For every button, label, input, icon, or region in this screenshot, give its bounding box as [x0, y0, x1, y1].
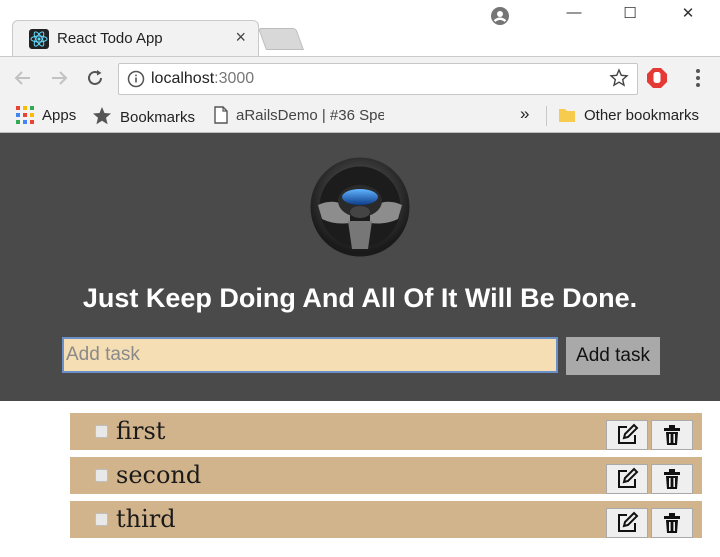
bookmark-apps-label: Apps [42, 107, 77, 124]
todo-item: first [70, 413, 702, 450]
menu-dots-icon[interactable] [690, 67, 706, 89]
chevron-double-right-icon: » [520, 104, 530, 123]
minimize-icon: — [566, 4, 582, 21]
maximize-icon: ☐ [623, 5, 637, 22]
bookmark-apps[interactable]: Apps [16, 106, 76, 126]
todo-list: first second third [70, 413, 702, 545]
url-text: localhost:3000 [151, 70, 254, 88]
trash-icon [664, 513, 680, 533]
bookmark-other-label: Other bookmarks [584, 107, 700, 124]
trash-icon [664, 425, 680, 445]
page-icon [214, 106, 228, 124]
delete-button[interactable] [651, 420, 693, 450]
todo-checkbox[interactable] [95, 469, 108, 482]
bookmark-bookmarks[interactable]: Bookmarks [92, 106, 195, 126]
steering-wheel-logo [310, 157, 410, 257]
react-logo-icon [29, 29, 49, 49]
todo-text: first [116, 417, 166, 445]
info-icon[interactable] [127, 70, 145, 88]
apps-grid-icon [16, 106, 34, 124]
tab-close-icon[interactable]: × [235, 27, 246, 48]
todo-item: second [70, 457, 702, 494]
bookmark-page-label: aRailsDemo | #36 Spe [236, 107, 384, 124]
edit-button[interactable] [606, 420, 648, 450]
delete-button[interactable] [651, 464, 693, 494]
edit-icon [618, 511, 639, 532]
todo-checkbox[interactable] [95, 425, 108, 438]
tab-react-todo-app[interactable]: React Todo App × [12, 20, 259, 57]
edit-button[interactable] [606, 464, 648, 494]
bookmark-bookmarks-label: Bookmarks [120, 109, 196, 126]
edit-icon [618, 467, 639, 488]
browser-toolbar: localhost:3000 [0, 56, 720, 101]
bookmark-other[interactable]: Other bookmarks [558, 106, 699, 126]
folder-icon [559, 109, 575, 122]
delete-button[interactable] [651, 508, 693, 538]
close-icon: ✕ [681, 5, 695, 22]
adblock-extension-icon[interactable] [646, 67, 668, 89]
back-arrow-icon[interactable] [12, 67, 34, 89]
app-header: Just Keep Doing And All Of It Will Be Do… [0, 133, 720, 401]
todo-checkbox[interactable] [95, 513, 108, 526]
address-bar[interactable]: localhost:3000 [118, 63, 638, 95]
todo-text: third [116, 505, 176, 533]
url-host: localhost [151, 70, 215, 87]
minimize-button[interactable]: — [560, 4, 588, 28]
bookmarks-divider [546, 106, 547, 126]
reload-icon[interactable] [84, 67, 106, 89]
close-window-button[interactable]: ✕ [674, 4, 702, 28]
forward-arrow-icon[interactable] [48, 67, 70, 89]
bookmark-page[interactable]: aRailsDemo | #36 Spe [214, 106, 384, 126]
edit-button[interactable] [606, 508, 648, 538]
tab-title: React Todo App [57, 30, 163, 47]
star-filled-icon [93, 107, 111, 125]
edit-icon [618, 423, 639, 444]
new-tab-button[interactable] [257, 28, 305, 50]
maximize-button[interactable]: ☐ [616, 4, 644, 28]
todo-item: third [70, 501, 702, 538]
star-icon[interactable] [609, 68, 629, 88]
url-port: :3000 [214, 70, 255, 87]
todo-text: second [116, 461, 202, 489]
page-title: Just Keep Doing And All Of It Will Be Do… [82, 283, 638, 313]
bookmarks-overflow-button[interactable]: » [520, 104, 529, 124]
bookmarks-bar: Apps Bookmarks aRailsDemo | #36 Spe » Ot… [0, 100, 720, 133]
add-task-input[interactable] [62, 337, 558, 373]
add-task-button[interactable]: Add task [566, 337, 660, 375]
trash-icon [664, 469, 680, 489]
account-icon[interactable] [490, 6, 510, 26]
browser-titlebar: React Todo App × — ☐ ✕ [0, 0, 720, 60]
